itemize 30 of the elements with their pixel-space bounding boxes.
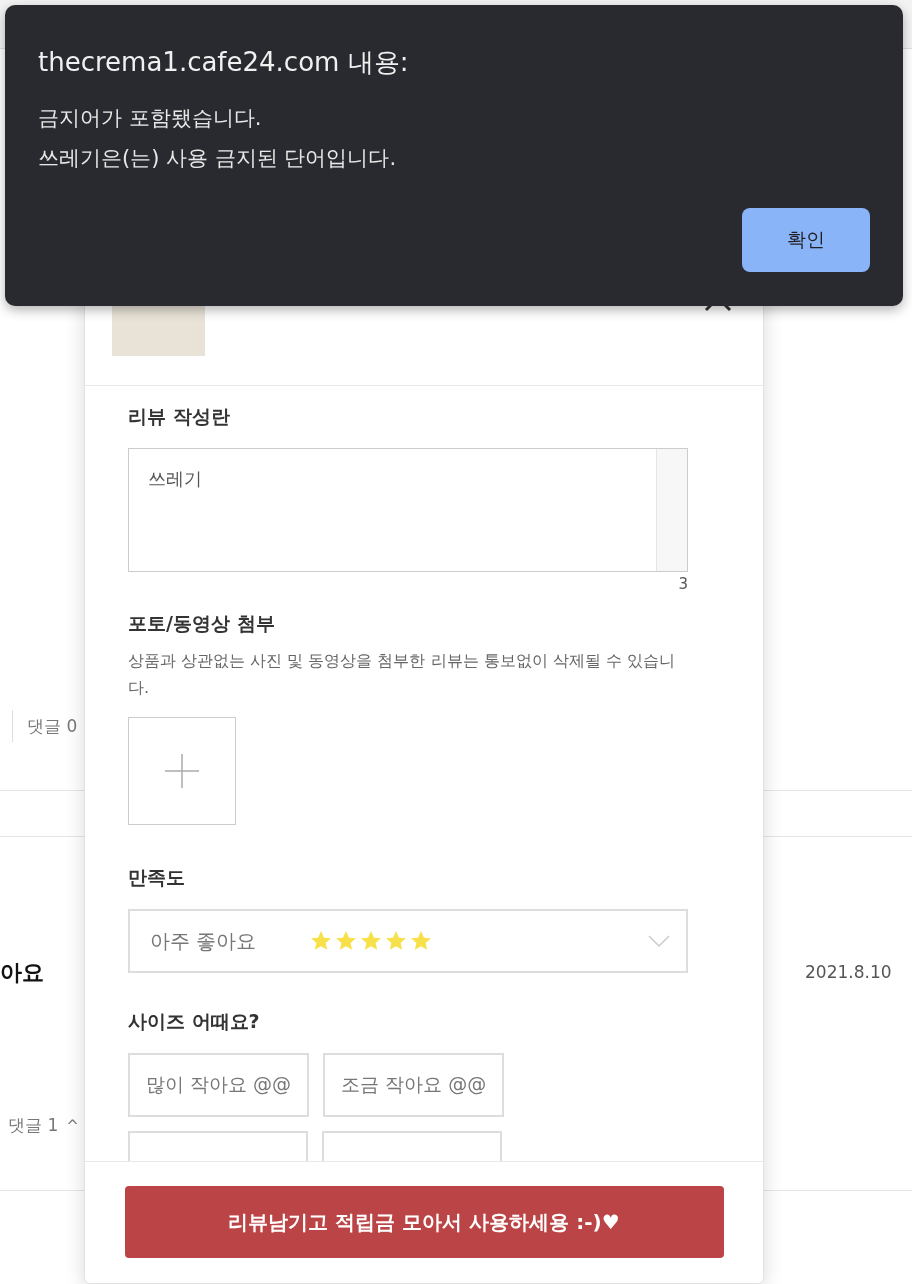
review-textarea[interactable]: 쓰레기 <box>128 448 688 572</box>
star-icon <box>410 930 432 952</box>
add-photo-button[interactable] <box>128 717 236 825</box>
star-icon <box>335 930 357 952</box>
satisfaction-select[interactable]: 아주 좋아요 <box>128 909 688 973</box>
size-option[interactable]: 조금 작아요 @@ <box>323 1053 505 1117</box>
star-icon <box>385 930 407 952</box>
star-icon <box>310 930 332 952</box>
submit-review-button[interactable]: 리뷰남기고 적립금 모아서 사용하세용 :-)♥ <box>124 1186 724 1258</box>
comment-count[interactable]: 댓글 0 <box>27 714 78 738</box>
size-option[interactable] <box>128 1131 308 1161</box>
plus-icon <box>165 754 199 788</box>
review-title: 아요 <box>0 959 44 987</box>
confirm-button[interactable]: 확인 <box>742 208 870 272</box>
review-date: 2021.8.10 <box>805 962 892 982</box>
size-option[interactable]: 많이 작아요 @@ <box>128 1053 310 1117</box>
section-title: 만족도 <box>128 865 186 890</box>
size-option[interactable] <box>322 1131 502 1161</box>
section-title: 포토/동영상 첨부 <box>128 611 276 636</box>
comment-count[interactable]: 댓글 1 <box>8 1114 59 1137</box>
attach-notice: 상품과 상관없는 사진 및 동영상을 첨부한 리뷰는 통보없이 삭제될 수 있습니다. <box>128 650 676 699</box>
chevron-down-icon <box>648 935 670 947</box>
section-title: 리뷰 작성란 <box>128 404 231 429</box>
char-count: 3 <box>677 575 688 593</box>
alert-message: 금지어가 포함됐습니다. <box>38 105 263 132</box>
section-title: 사이즈 어때요? <box>128 1009 261 1034</box>
caret-icon[interactable]: ^ <box>66 1116 79 1135</box>
alert-message: 쓰레기은(는) 사용 금지된 단어입니다. <box>38 145 398 172</box>
alert-title: thecrema1.cafe24.com 내용: <box>38 46 410 79</box>
star-icon <box>360 930 382 952</box>
